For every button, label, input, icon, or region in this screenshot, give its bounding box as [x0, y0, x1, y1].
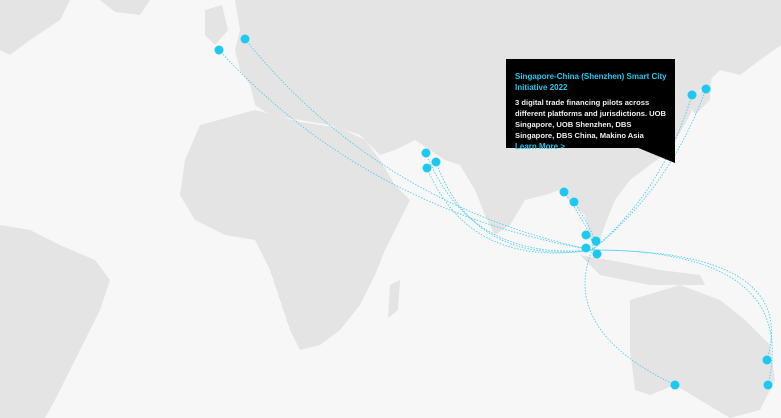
- location-marker[interactable]: [422, 163, 432, 173]
- location-marker[interactable]: [701, 84, 711, 94]
- location-marker[interactable]: [559, 187, 569, 197]
- tooltip-body: 3 digital trade financing pilots across …: [515, 98, 667, 140]
- location-marker[interactable]: [581, 243, 591, 253]
- british-isles: [205, 5, 228, 45]
- location-marker[interactable]: [431, 157, 441, 167]
- location-marker[interactable]: [592, 249, 602, 259]
- location-marker[interactable]: [569, 197, 579, 207]
- location-marker[interactable]: [421, 148, 431, 158]
- initiative-tooltip: Singapore-China (Shenzhen) Smart City In…: [506, 59, 675, 151]
- tooltip-pointer: [636, 147, 675, 163]
- tooltip-title: Singapore-China (Shenzhen) Smart City In…: [515, 72, 667, 92]
- location-marker[interactable]: [240, 34, 250, 44]
- north-america: [0, 0, 70, 55]
- location-marker[interactable]: [581, 230, 591, 240]
- greenland: [100, 0, 150, 15]
- location-marker[interactable]: [591, 236, 601, 246]
- location-marker[interactable]: [670, 380, 680, 390]
- location-marker[interactable]: [762, 355, 772, 365]
- location-marker[interactable]: [763, 380, 773, 390]
- south-america: [0, 225, 110, 418]
- location-marker[interactable]: [687, 90, 697, 100]
- australia: [630, 285, 775, 418]
- madagascar: [388, 280, 400, 318]
- location-marker[interactable]: [214, 45, 224, 55]
